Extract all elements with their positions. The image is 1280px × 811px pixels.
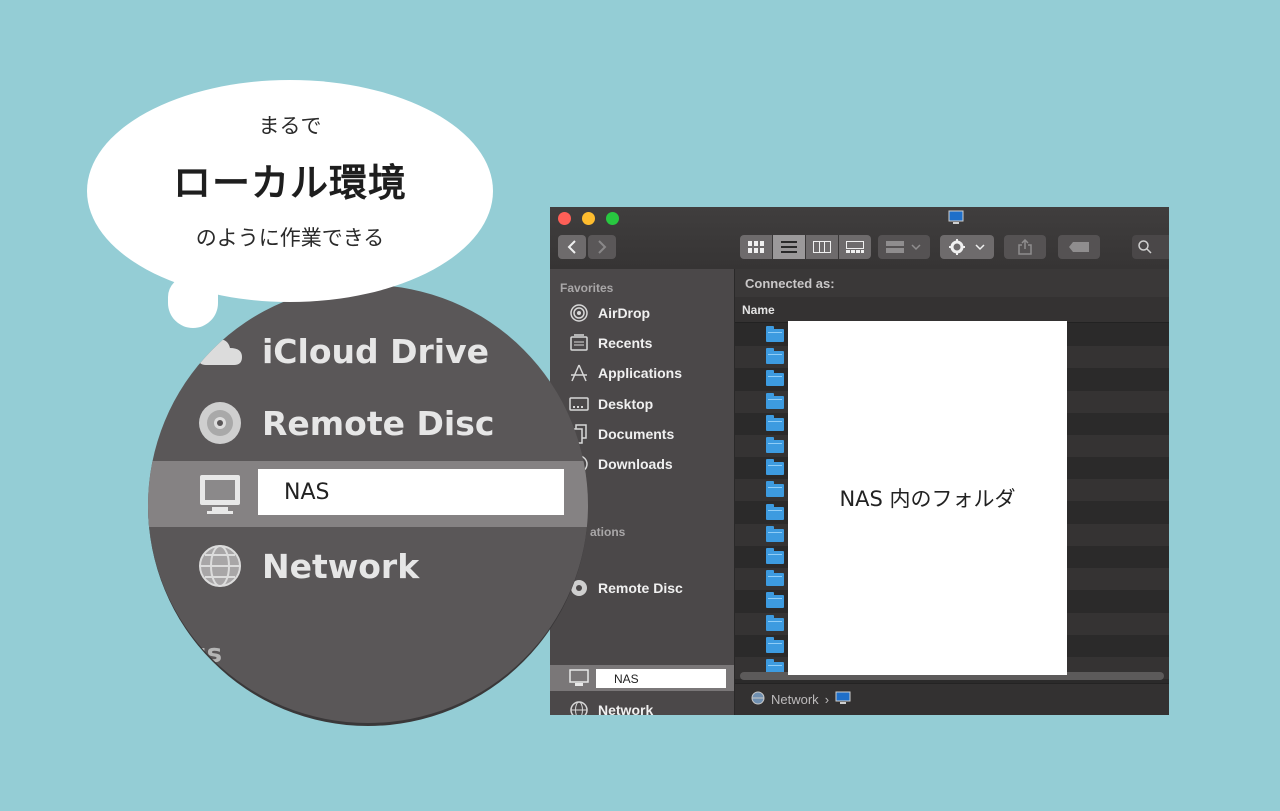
folder-icon xyxy=(766,459,784,476)
sidebar-item-airdrop[interactable]: AirDrop xyxy=(568,302,650,324)
sidebar-item-applications[interactable]: Applications xyxy=(568,362,682,384)
mag-item-remote-disc: Remote Disc xyxy=(196,393,494,453)
zoom-button[interactable] xyxy=(606,212,619,225)
sidebar-item-label: Network xyxy=(598,702,654,715)
mag-nas-label: NAS xyxy=(258,469,564,515)
folder-icon xyxy=(766,525,784,542)
sidebar-header-locations: ations xyxy=(590,525,626,539)
recents-icon xyxy=(568,333,590,353)
sidebar-item-recents[interactable]: Recents xyxy=(568,332,652,354)
sidebar-item-label: Documents xyxy=(598,426,675,442)
folder-icon xyxy=(766,548,784,564)
folder-icon xyxy=(766,503,784,520)
forward-button[interactable] xyxy=(588,235,616,259)
share-button[interactable] xyxy=(1004,235,1046,259)
folder-icon xyxy=(766,414,784,431)
speech-bubble-tail xyxy=(168,276,218,328)
folder-icon xyxy=(766,392,784,409)
folder-icon xyxy=(766,326,784,342)
applications-icon xyxy=(568,363,590,383)
folder-icon xyxy=(766,481,784,498)
mag-label: iCloud Drive xyxy=(262,331,489,371)
redacted-folder-list: NAS 内のフォルダ xyxy=(788,321,1067,675)
sidebar-item-label: Applications xyxy=(598,365,683,381)
mag-tags-header: gs xyxy=(188,639,223,669)
globe-icon xyxy=(196,542,244,590)
folder-icon xyxy=(766,370,784,387)
sidebar-item-nas[interactable] xyxy=(568,667,598,689)
path-bar: Network › xyxy=(735,683,1169,715)
monitor-icon xyxy=(568,668,590,688)
action-button[interactable] xyxy=(940,235,994,259)
folder-icon xyxy=(766,592,784,609)
columns-icon xyxy=(813,241,831,253)
tag-button[interactable] xyxy=(1058,235,1100,259)
mag-item-nas xyxy=(196,464,262,524)
gallery-icon xyxy=(846,241,864,253)
back-button[interactable] xyxy=(558,235,586,259)
folder-overlay-label: NAS 内のフォルダ xyxy=(839,487,1016,511)
bubble-line-1: まるで xyxy=(258,114,322,138)
sidebar-item-remote-disc[interactable]: Remote Disc xyxy=(568,577,683,599)
connected-as-bar: Connected as: xyxy=(735,269,1169,297)
mag-label: Network xyxy=(262,546,420,586)
sidebar-item-documents[interactable]: Documents xyxy=(568,423,674,445)
tag-icon xyxy=(1069,242,1089,252)
toolbar xyxy=(550,207,1169,270)
mag-item-network: Network xyxy=(196,536,419,596)
sidebar-item-label: Downloads xyxy=(598,456,673,472)
sidebar-item-network[interactable]: Network xyxy=(568,699,653,715)
cloud-icon xyxy=(196,327,244,375)
sidebar-item-label: Remote Disc xyxy=(598,580,683,596)
sidebar-nas-label: NAS xyxy=(596,669,726,688)
sidebar-item-label: Desktop xyxy=(598,396,654,412)
group-icon xyxy=(886,241,921,253)
search-icon xyxy=(1138,240,1152,254)
folder-icon xyxy=(766,636,784,653)
mag-item-icloud-drive: iCloud Drive xyxy=(196,321,489,381)
monitor-icon[interactable] xyxy=(835,691,851,708)
bubble-headline: ローカル環境 xyxy=(172,161,407,205)
path-separator: › xyxy=(824,692,830,707)
disc-icon xyxy=(196,399,244,447)
icon-view-button[interactable] xyxy=(740,235,772,259)
bubble-line-3: のように作業できる xyxy=(195,226,385,250)
close-button[interactable] xyxy=(558,212,571,225)
finder-window: Favorites AirDrop Recents Applications D… xyxy=(550,207,1169,715)
minimize-button[interactable] xyxy=(582,212,595,225)
globe-icon xyxy=(751,691,765,708)
folder-icon xyxy=(766,348,784,365)
column-view-button[interactable] xyxy=(806,235,838,259)
airdrop-icon xyxy=(568,303,590,323)
sidebar-header-favorites: Favorites xyxy=(560,281,614,295)
folder-icon xyxy=(766,570,784,587)
mag-label: Remote Disc xyxy=(262,403,495,443)
path-network[interactable]: Network xyxy=(771,692,819,707)
search-field[interactable] xyxy=(1132,235,1169,259)
list-icon xyxy=(781,241,797,253)
gear-icon xyxy=(949,239,985,255)
list-view-button[interactable] xyxy=(773,235,805,259)
gallery-view-button[interactable] xyxy=(839,235,871,259)
chevron-right-icon xyxy=(598,240,607,254)
globe-icon xyxy=(568,700,590,715)
sidebar-item-label: Recents xyxy=(598,335,653,351)
share-icon xyxy=(1018,239,1032,255)
magnifier-zoom: iCloud Drive Remote Disc NAS Network gs xyxy=(148,285,588,726)
folder-icon xyxy=(766,437,784,453)
chevron-left-icon xyxy=(567,240,576,254)
group-button[interactable] xyxy=(878,235,930,259)
sidebar-item-desktop[interactable]: Desktop xyxy=(568,393,653,415)
column-header-name[interactable]: Name xyxy=(735,297,1169,323)
monitor-icon xyxy=(196,470,244,518)
folder-icon xyxy=(766,614,784,631)
grid-icon xyxy=(748,241,764,253)
desktop-icon xyxy=(568,394,590,414)
sidebar-item-label: AirDrop xyxy=(598,305,651,321)
monitor-icon xyxy=(948,210,964,231)
